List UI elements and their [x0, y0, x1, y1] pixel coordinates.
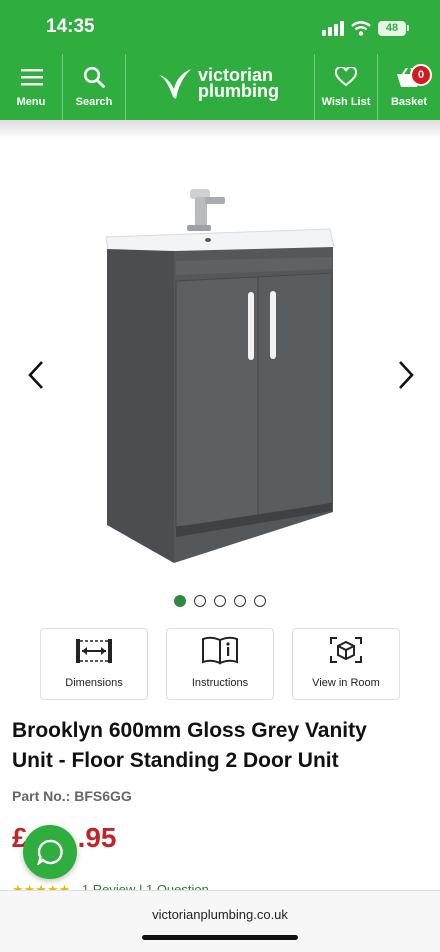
view-in-room-label: View in Room [312, 677, 380, 689]
nav-shadow [0, 120, 440, 138]
battery-icon: 48 [378, 21, 406, 36]
instructions-button[interactable]: Instructions [166, 628, 274, 700]
victorian-plumbing-logo-icon [159, 69, 191, 99]
chat-button[interactable] [23, 825, 77, 879]
menu-label: Menu [16, 96, 46, 108]
dimensions-button[interactable]: Dimensions [40, 628, 148, 700]
previous-image-arrow-icon[interactable] [22, 358, 52, 392]
carousel-dot[interactable] [214, 595, 226, 607]
hamburger-menu-icon [21, 69, 43, 86]
status-bar: 14:35 48 [0, 0, 440, 54]
search-icon [83, 66, 105, 88]
heart-icon [335, 67, 357, 87]
dimensions-icon [76, 639, 112, 663]
tap-icon [187, 189, 225, 231]
part-number: Part No.: BFS6GG [12, 788, 132, 804]
basket-label: Basket [390, 96, 428, 108]
product-title-line-2: Unit - Floor Standing 2 Door Unit [12, 749, 339, 772]
menu-button[interactable]: Menu [0, 54, 62, 120]
search-label: Search [75, 96, 113, 108]
instructions-label: Instructions [191, 677, 249, 689]
basket-button[interactable]: 0 Basket [378, 54, 440, 120]
battery-tip [407, 25, 409, 31]
home-logo-link[interactable]: victorian plumbing [126, 54, 314, 120]
view-in-room-icon [330, 637, 362, 663]
logo-text: victorian plumbing [198, 66, 279, 101]
wifi-icon [351, 21, 371, 36]
next-image-arrow-icon[interactable] [390, 358, 420, 392]
basket-count-badge: 0 [410, 64, 432, 86]
price-visible-part: .95 [77, 822, 117, 853]
carousel-dot[interactable] [174, 595, 186, 607]
wishlist-label: Wish List [321, 96, 371, 108]
product-image[interactable] [100, 185, 340, 565]
browser-bottom-bar: victorianplumbing.co.uk [0, 890, 440, 952]
carousel-dot[interactable] [194, 595, 206, 607]
product-title: Brooklyn 600mm Gloss Grey Vanity Unit - … [12, 716, 432, 776]
top-nav: Menu Search victorian plumbing Wish List… [0, 54, 440, 120]
chat-bubble-icon [37, 839, 63, 865]
status-time: 14:35 [46, 16, 95, 37]
search-button[interactable]: Search [63, 54, 125, 120]
wishlist-button[interactable]: Wish List [315, 54, 377, 120]
product-title-line-1: Brooklyn 600mm Gloss Grey Vanity [12, 719, 367, 742]
logo-line-2: plumbing [198, 81, 279, 101]
url-text[interactable]: victorianplumbing.co.uk [0, 907, 440, 922]
dimensions-label: Dimensions [65, 677, 123, 689]
carousel-dot[interactable] [234, 595, 246, 607]
carousel-dot[interactable] [254, 595, 266, 607]
view-in-room-button[interactable]: View in Room [292, 628, 400, 700]
instructions-book-icon [202, 636, 238, 665]
home-indicator[interactable] [142, 935, 298, 940]
